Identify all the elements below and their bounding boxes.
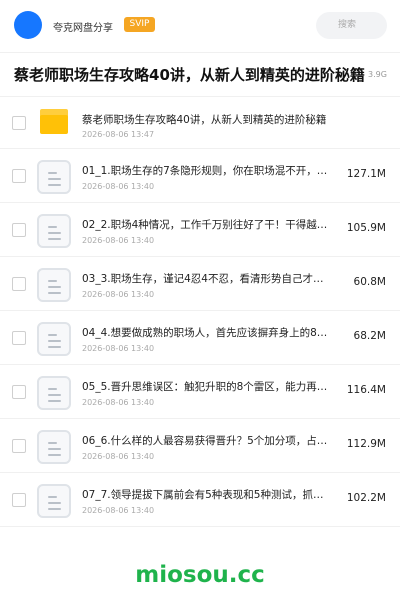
file-row[interactable]: 04_4.想要做成熟的职场人，首先应该摒弃身上的8… 2026-08-06 13… — [0, 311, 400, 365]
file-row[interactable]: 05_5.晋升思维误区：触犯升职的8个雷区，能力再… 2026-08-06 13… — [0, 365, 400, 419]
avatar[interactable] — [14, 11, 42, 39]
folder-row[interactable]: 蔡老师职场生存攻略40讲，从新人到精英的进阶秘籍 2026-08-06 13:4… — [0, 97, 400, 149]
file-date: 2026-08-06 13:40 — [82, 398, 155, 407]
file-name: 06_6.什么样的人最容易获得晋升？5个加分项，占… — [82, 435, 328, 447]
folder-icon — [40, 109, 68, 134]
file-date: 2026-08-06 13:40 — [82, 182, 155, 191]
folder-date: 2026-08-06 13:47 — [82, 130, 155, 139]
file-row[interactable]: 06_6.什么样的人最容易获得晋升？5个加分项，占… 2026-08-06 13… — [0, 419, 400, 473]
folder-name: 蔡老师职场生存攻略40讲，从新人到精英的进阶秘籍 — [82, 114, 327, 126]
row-checkbox[interactable] — [12, 222, 26, 237]
file-size: 116.4M — [346, 384, 386, 396]
row-checkbox[interactable] — [12, 384, 26, 399]
document-icon — [37, 268, 71, 302]
file-row[interactable]: 02_2.职场4种情况，工作千万别往好了干！干得越… 2026-08-06 13… — [0, 203, 400, 257]
file-name: 01_1.职场生存的7条隐形规则，你在职场混不开，… — [82, 165, 328, 177]
file-name: 02_2.职场4种情况，工作千万别往好了干！干得越… — [82, 219, 328, 231]
document-icon — [37, 322, 71, 356]
file-size: 60.8M — [353, 276, 386, 288]
file-row[interactable]: 07_7.领导提拔下属前会有5种表现和5种测试，抓… 2026-08-06 13… — [0, 473, 400, 527]
document-icon — [37, 484, 71, 518]
row-checkbox[interactable] — [12, 492, 26, 507]
document-icon — [37, 376, 71, 410]
document-icon — [37, 430, 71, 464]
file-size: 127.1M — [346, 168, 386, 180]
file-name: 04_4.想要做成熟的职场人，首先应该摒弃身上的8… — [82, 327, 328, 339]
share-header: 夸克网盘分享 SVIP 搜索 — [0, 0, 400, 52]
file-date: 2026-08-06 13:40 — [82, 344, 155, 353]
row-checkbox[interactable] — [12, 115, 26, 130]
page-title: 蔡老师职场生存攻略40讲，从新人到精英的进阶秘籍 — [14, 66, 365, 84]
header-divider — [0, 52, 400, 53]
file-date: 2026-08-06 13:40 — [82, 452, 155, 461]
file-name: 05_5.晋升思维误区：触犯升职的8个雷区，能力再… — [82, 381, 328, 393]
watermark: miosou.cc — [135, 562, 265, 588]
file-size: 105.9M — [346, 222, 386, 234]
document-icon — [37, 160, 71, 194]
row-checkbox[interactable] — [12, 438, 26, 453]
document-icon — [37, 214, 71, 248]
file-list: 蔡老师职场生存攻略40讲，从新人到精英的进阶秘籍 2026-08-06 13:4… — [0, 97, 400, 527]
file-size: 68.2M — [353, 330, 386, 342]
row-checkbox[interactable] — [12, 330, 26, 345]
search-input[interactable]: 搜索 — [316, 12, 387, 39]
share-owner-name: 夸克网盘分享 — [53, 23, 113, 34]
file-size: 112.9M — [346, 438, 386, 450]
row-checkbox[interactable] — [12, 168, 26, 183]
svip-badge: SVIP — [124, 17, 155, 32]
file-row[interactable]: 03_3.职场生存，谨记4忍4不忍，看清形势自己才… 2026-08-06 13… — [0, 257, 400, 311]
file-row[interactable]: 01_1.职场生存的7条隐形规则，你在职场混不开，… 2026-08-06 13… — [0, 149, 400, 203]
row-checkbox[interactable] — [12, 276, 26, 291]
file-date: 2026-08-06 13:40 — [82, 506, 155, 515]
file-date: 2026-08-06 13:40 — [82, 236, 155, 245]
file-date: 2026-08-06 13:40 — [82, 290, 155, 299]
total-size: 3.9G — [368, 70, 387, 79]
file-name: 03_3.职场生存，谨记4忍4不忍，看清形势自己才… — [82, 273, 324, 285]
file-name: 07_7.领导提拔下属前会有5种表现和5种测试，抓… — [82, 489, 324, 501]
file-size: 102.2M — [346, 492, 386, 504]
